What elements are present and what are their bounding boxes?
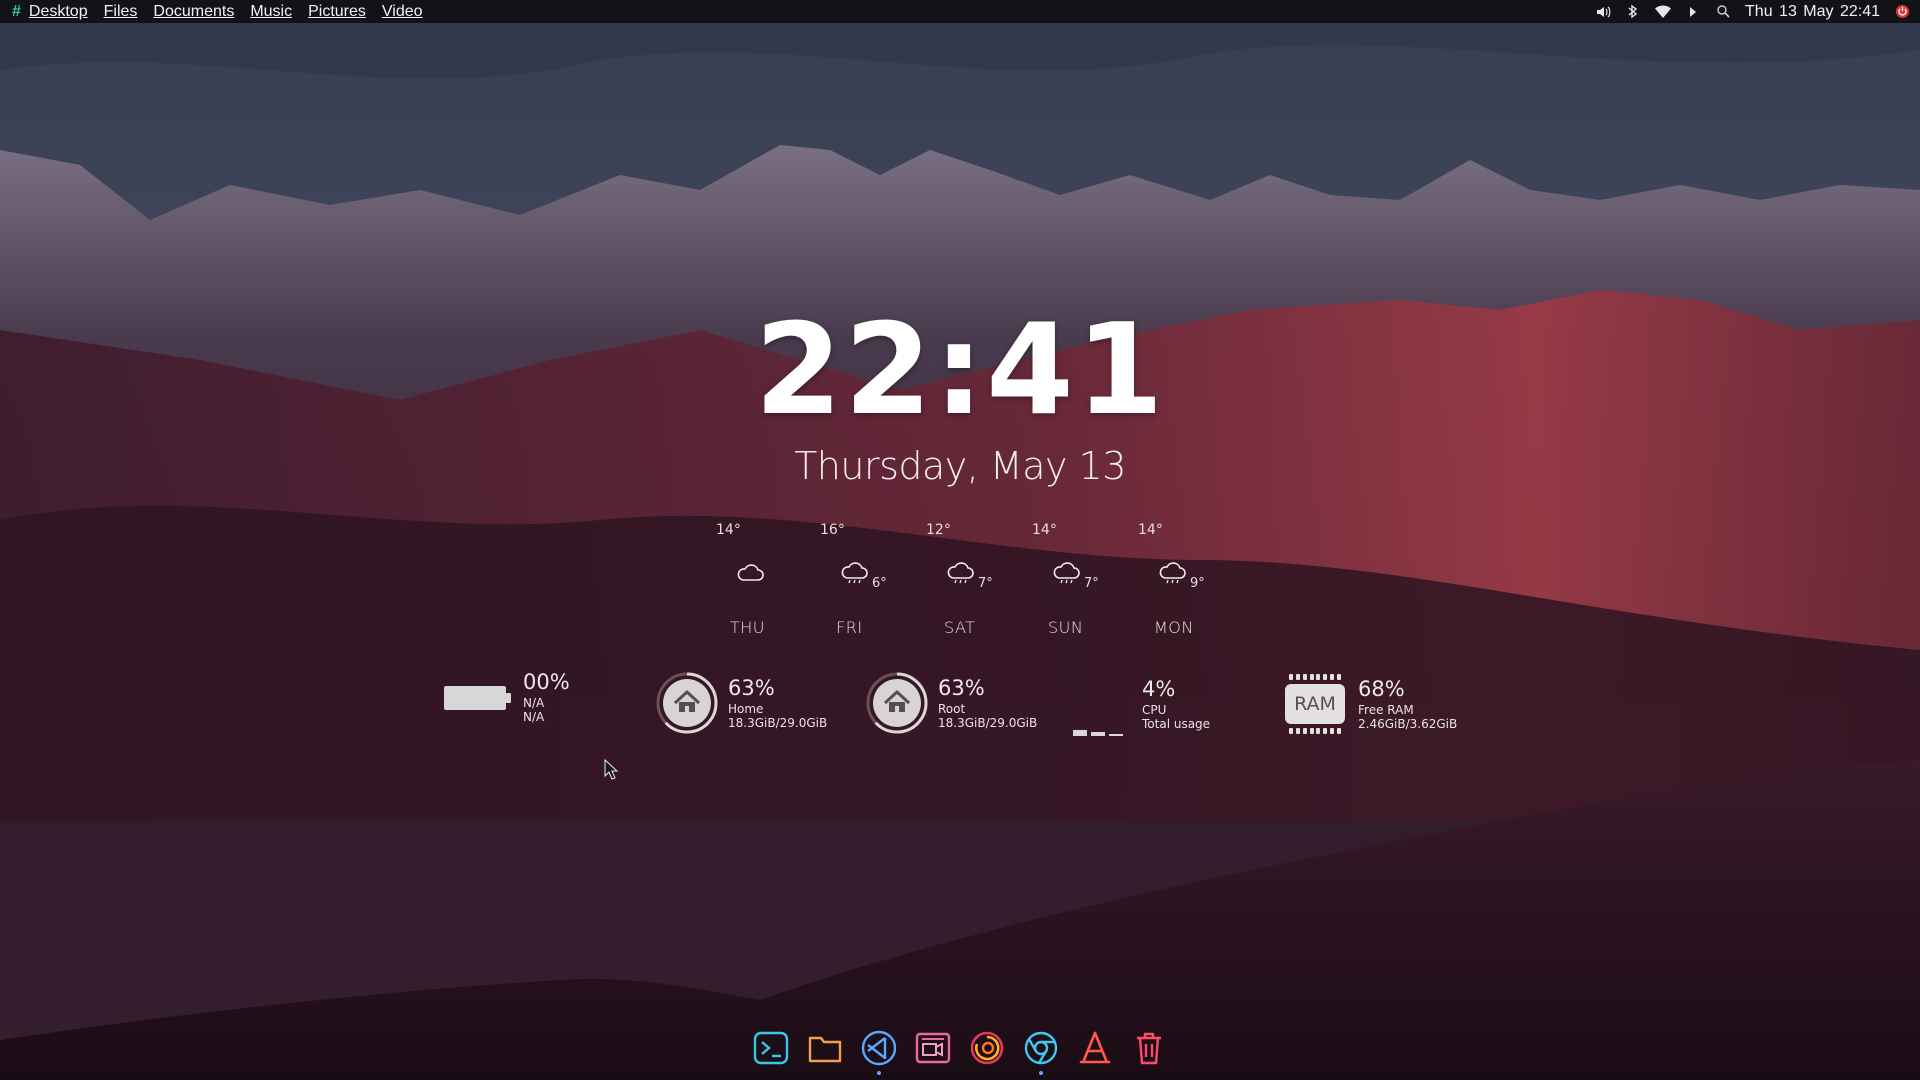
menu-video[interactable]: Video [382, 3, 423, 21]
battery-status: N/A [523, 696, 545, 710]
home-disk-label: Home [728, 701, 764, 716]
rain-cloud-icon [947, 562, 974, 584]
ram-usage: 2.46GiB/3.62GiB [1358, 716, 1458, 731]
dock-item-trash[interactable] [1131, 1030, 1167, 1066]
battery-icon [444, 685, 511, 710]
cloud-icon [737, 564, 764, 581]
dock-item-firefox[interactable] [969, 1030, 1005, 1066]
weather-low: 7° [978, 576, 993, 591]
menu-logo-icon[interactable]: # [12, 3, 21, 21]
cpu-bars-icon [1073, 730, 1123, 736]
dock-item-software-center[interactable] [1077, 1030, 1113, 1066]
cpu-usage-label: Total usage [1142, 716, 1211, 731]
weather-day-name: SUN [1048, 618, 1084, 637]
bluetooth-icon[interactable] [1625, 4, 1641, 20]
weather-high: 12° [926, 522, 951, 538]
weather-day-name: SAT [944, 618, 976, 637]
battery-time: N/A [523, 710, 545, 724]
weather-high: 16° [820, 522, 845, 538]
desktop-clock-date: Thursday, May 13 [794, 444, 1126, 488]
weather-high: 14° [716, 522, 741, 538]
menu-documents[interactable]: Documents [153, 3, 234, 21]
video-recorder-icon [915, 1032, 951, 1064]
dock-item-chrome[interactable] [1023, 1030, 1059, 1075]
weather-day-sun: 14° 7° SUN [1008, 520, 1108, 640]
home-disk-stat: 63% Home 18.3GiB/29.0GiB [656, 672, 827, 734]
panel-clock[interactable]: Thu 13 May 22:41 [1745, 3, 1880, 21]
menu-music[interactable]: Music [250, 3, 292, 21]
weather-day-name: MON [1154, 618, 1194, 637]
home-disk-ring [656, 672, 718, 734]
cpu-percent: 4% [1142, 676, 1176, 701]
top-panel: # Desktop Files Documents Music Pictures… [0, 0, 1920, 23]
ram-chip-label: RAM [1285, 684, 1345, 724]
cpu-label: CPU [1142, 702, 1167, 717]
menu-desktop[interactable]: Desktop [29, 3, 88, 21]
home-disk-percent: 63% [728, 675, 775, 700]
play-icon[interactable] [1685, 4, 1701, 20]
root-disk-usage: 18.3GiB/29.0GiB [938, 715, 1038, 730]
rain-cloud-icon [841, 562, 868, 584]
trash-icon [1137, 1032, 1161, 1065]
weather-day-name: THU [730, 618, 766, 637]
ram-percent: 68% [1358, 676, 1405, 701]
cpu-stat: 4% CPU Total usage [1072, 672, 1210, 736]
dock-item-screen-recorder[interactable] [915, 1030, 951, 1066]
firefox-icon [970, 1031, 1004, 1065]
dock [0, 1030, 1920, 1075]
ram-label: Free RAM [1358, 702, 1414, 717]
vscode-icon [861, 1030, 897, 1066]
search-icon[interactable] [1715, 4, 1731, 20]
weather-low: 6° [872, 576, 887, 591]
home-disk-usage: 18.3GiB/29.0GiB [728, 715, 828, 730]
running-indicator [1039, 1071, 1043, 1075]
battery-percent: 00% [523, 670, 570, 694]
desktop-clock-time: 22:41 [754, 296, 1166, 443]
battery-stat: 00% N/A N/A [443, 672, 570, 723]
wifi-icon[interactable] [1655, 4, 1672, 20]
rain-cloud-icon [1159, 562, 1186, 584]
rain-cloud-icon [1053, 562, 1080, 584]
chrome-icon [1024, 1031, 1058, 1065]
running-indicator [877, 1071, 881, 1075]
ram-chip-icon: RAM [1282, 672, 1348, 736]
weather-high: 14° [1032, 522, 1057, 538]
menu-pictures[interactable]: Pictures [308, 3, 366, 21]
ram-stat: RAM 68% Free RAM 2.46GiB/3.62GiB [1282, 672, 1457, 736]
weather-low: 9° [1190, 576, 1205, 591]
dock-item-files[interactable] [807, 1030, 843, 1066]
weather-low: 7° [1084, 576, 1099, 591]
mouse-cursor-icon [604, 759, 618, 780]
app-store-icon [1079, 1031, 1111, 1064]
root-disk-stat: 63% Root 18.3GiB/29.0GiB [866, 672, 1037, 734]
root-disk-label: Root [938, 701, 966, 716]
weather-day-name: FRI [836, 618, 863, 637]
dock-item-terminal[interactable] [753, 1030, 789, 1066]
power-icon[interactable] [1894, 4, 1910, 20]
weather-day-fri: 16° 6° FRI [796, 520, 896, 640]
dock-item-vscode[interactable] [861, 1030, 897, 1075]
volume-icon[interactable] [1595, 4, 1611, 20]
menu-files[interactable]: Files [104, 3, 138, 21]
folder-icon [808, 1036, 842, 1063]
weather-day-sat: 12° 7° SAT [902, 520, 1002, 640]
weather-day-thu: 14° THU [690, 520, 790, 640]
root-disk-ring [866, 672, 928, 734]
terminal-icon [753, 1031, 789, 1065]
weather-high: 14° [1138, 522, 1163, 538]
root-disk-percent: 63% [938, 675, 985, 700]
weather-day-mon: 14° 9° MON [1114, 520, 1214, 640]
